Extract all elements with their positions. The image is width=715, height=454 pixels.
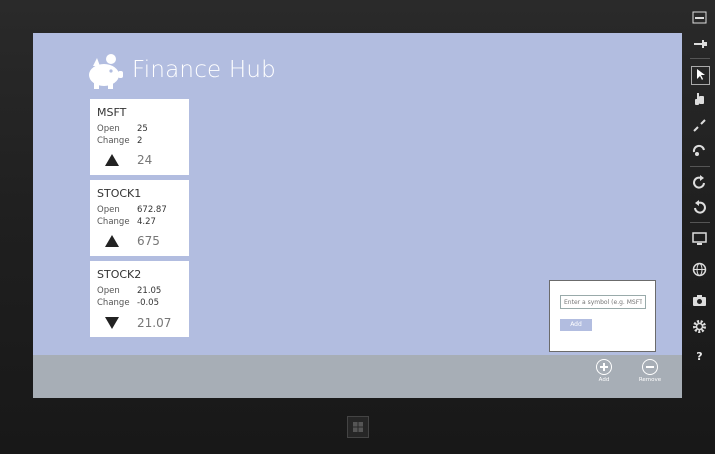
appbar-add-label: Add — [598, 377, 610, 383]
symbol-input[interactable] — [560, 295, 646, 309]
arrow-up-icon — [105, 154, 119, 166]
app-screen: Finance Hub MSFT Open 25 Change 2 24 STO… — [33, 33, 682, 398]
current-price: 675 — [137, 234, 160, 248]
open-value: 21.05 — [137, 286, 162, 296]
open-label: Open — [97, 124, 120, 134]
pinch-zoom-icon[interactable] — [691, 117, 708, 134]
open-label: Open — [97, 205, 120, 215]
add-symbol-flyout: Add — [549, 280, 656, 352]
rotate-clockwise-icon[interactable] — [691, 174, 708, 191]
change-value: 4.27 — [137, 217, 156, 227]
touch-mode-icon[interactable] — [691, 91, 708, 108]
windows-logo-icon[interactable] — [347, 416, 369, 438]
settings-icon[interactable] — [691, 318, 708, 335]
app-bar — [33, 355, 682, 398]
change-label: Change — [97, 298, 130, 308]
arrow-down-icon — [105, 317, 119, 329]
rotate-counterclockwise-icon[interactable] — [691, 199, 708, 216]
mouse-mode-icon[interactable] — [691, 66, 710, 85]
resolution-icon[interactable] — [691, 230, 708, 247]
screenshot-icon[interactable] — [691, 292, 708, 309]
flyout-add-button[interactable]: Add — [560, 319, 592, 331]
open-value: 672.87 — [137, 205, 167, 215]
appbar-remove-button[interactable]: Remove — [637, 359, 663, 383]
pin-icon[interactable] — [691, 35, 708, 52]
help-icon[interactable]: ? — [691, 348, 708, 365]
current-price: 24 — [137, 153, 153, 167]
stock-tile-stock2[interactable]: STOCK2 Open 21.05 Change -0.05 21.07 — [90, 261, 189, 337]
change-label: Change — [97, 136, 130, 146]
stock-symbol: MSFT — [97, 106, 127, 119]
plus-icon — [596, 359, 612, 375]
simulator-toolbar: ? — [684, 0, 715, 454]
minus-icon — [642, 359, 658, 375]
rotate-touch-icon[interactable] — [691, 142, 708, 159]
appbar-add-button[interactable]: Add — [591, 359, 617, 383]
current-price: 21.07 — [137, 316, 172, 330]
open-label: Open — [97, 286, 120, 296]
minimize-icon[interactable] — [691, 9, 708, 26]
arrow-up-icon — [105, 235, 119, 247]
stock-tile-msft[interactable]: MSFT Open 25 Change 2 24 — [90, 99, 189, 175]
stock-symbol: STOCK2 — [97, 268, 142, 281]
stock-symbol: STOCK1 — [97, 187, 142, 200]
piggy-bank-icon — [89, 54, 123, 89]
open-value: 25 — [137, 124, 148, 134]
page-title: Finance Hub — [132, 57, 276, 83]
location-icon[interactable] — [691, 261, 708, 278]
change-value: 2 — [137, 136, 143, 146]
change-value: -0.05 — [137, 298, 159, 308]
change-label: Change — [97, 217, 130, 227]
stock-tile-stock1[interactable]: STOCK1 Open 672.87 Change 4.27 675 — [90, 180, 189, 256]
appbar-remove-label: Remove — [638, 377, 662, 383]
